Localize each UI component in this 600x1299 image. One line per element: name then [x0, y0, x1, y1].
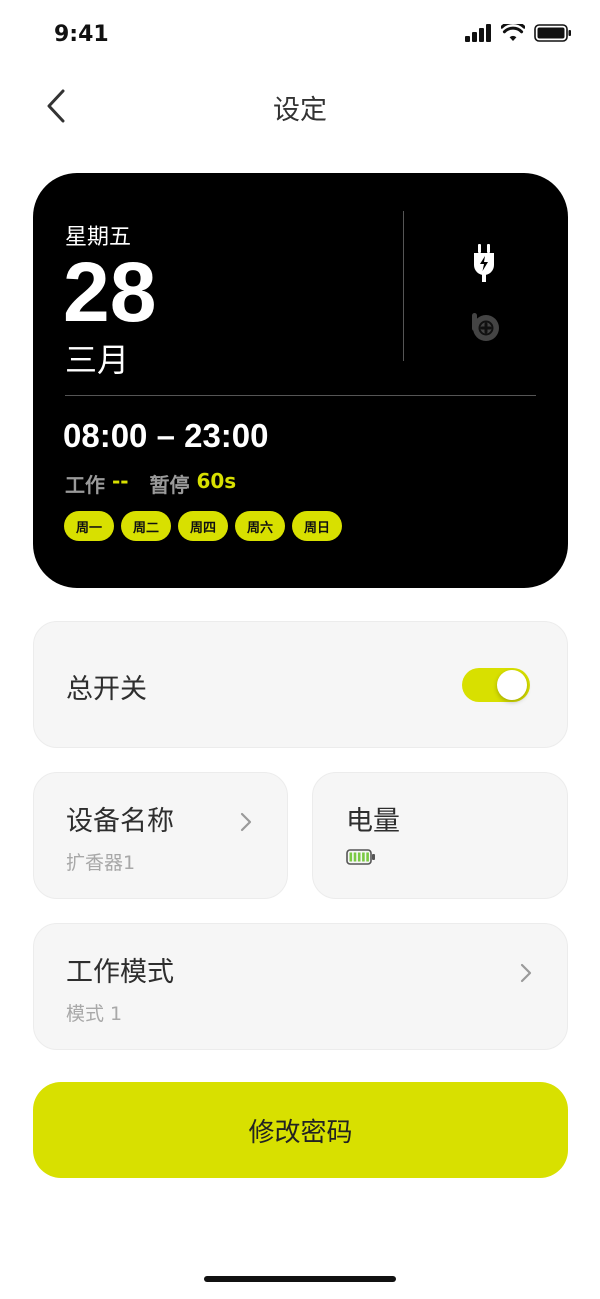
device-name-panel[interactable]: 设备名称 扩香器1	[33, 772, 288, 899]
battery-label: 电量	[346, 806, 400, 837]
battery-panel: 电量	[312, 772, 568, 899]
work-label: 工作	[65, 473, 105, 497]
chevron-right-icon	[520, 963, 532, 983]
battery-bar	[362, 852, 365, 862]
device-name-value: 扩香器1	[66, 852, 136, 874]
signal-icon	[465, 24, 491, 42]
vertical-divider	[403, 211, 404, 361]
master-switch-toggle[interactable]	[462, 668, 530, 702]
home-indicator	[204, 1276, 396, 1282]
horizontal-divider	[65, 395, 536, 396]
pause-value: 60s	[196, 469, 237, 493]
day-chip: 周二	[121, 511, 171, 541]
work-pause-row: 工作 -- 暂停 60s	[65, 469, 236, 498]
page-title: 设定	[273, 95, 327, 126]
day-chip: 周日	[292, 511, 342, 541]
master-switch-panel: 总开关	[33, 621, 568, 748]
day-chips: 周一 周二 周四 周六 周日	[64, 511, 342, 541]
schedule-card: 星期五 28 三月 08:00 – 23:00 工作 -- 暂停 60s 周一 …	[33, 173, 568, 588]
day-chip: 周四	[178, 511, 228, 541]
battery-bar	[353, 852, 357, 862]
work-mode-panel[interactable]: 工作模式 模式 1	[33, 923, 568, 1050]
day-chip: 周一	[64, 511, 114, 541]
day-number: 28	[63, 245, 157, 339]
change-password-button[interactable]: 修改密码	[33, 1082, 568, 1178]
toggle-knob	[497, 670, 527, 700]
master-switch-label: 总开关	[66, 674, 147, 705]
plug-icon	[474, 244, 494, 282]
status-time: 9:41	[54, 22, 109, 47]
work-mode-label: 工作模式	[66, 957, 174, 988]
time-range: 08:00 – 23:00	[63, 417, 269, 454]
pause-label: 暂停	[149, 473, 190, 497]
battery-bar	[357, 852, 361, 862]
device-name-label: 设备名称	[66, 806, 174, 837]
chevron-right-icon	[240, 812, 252, 832]
battery-bar	[366, 852, 369, 862]
status-battery-icon	[534, 24, 571, 42]
b-logo-icon	[472, 313, 499, 341]
day-chip: 周六	[235, 511, 285, 541]
month-label: 三月	[65, 341, 130, 379]
wifi-icon	[501, 24, 525, 41]
work-mode-value: 模式 1	[66, 1003, 123, 1025]
status-icons	[465, 24, 572, 42]
work-value: --	[111, 469, 129, 493]
battery-icon	[346, 849, 375, 865]
battery-bar	[349, 852, 353, 862]
